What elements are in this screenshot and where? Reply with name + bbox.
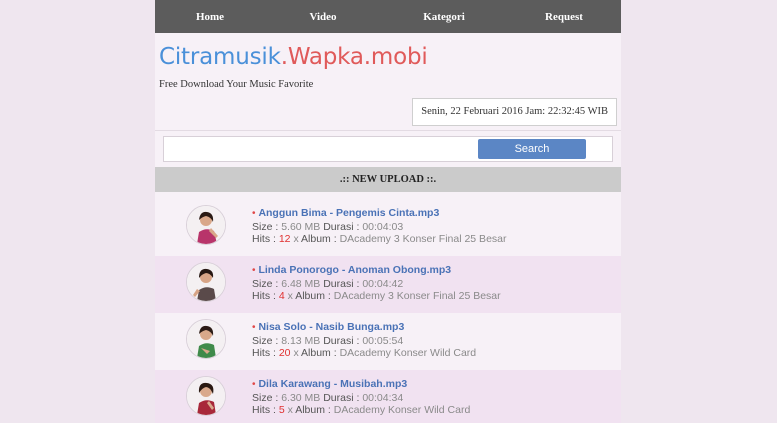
- song-size: 6.30 MB: [281, 391, 321, 404]
- hits-x: x: [293, 347, 299, 359]
- song-hits: 4: [278, 290, 285, 302]
- song-row: • Dila Karawang - Musibah.mp3 Size : 6.3…: [155, 370, 621, 423]
- size-label: Size :: [252, 277, 279, 290]
- artist-avatar[interactable]: [186, 376, 226, 416]
- hits-x: x: [287, 404, 293, 416]
- artist-avatar[interactable]: [186, 205, 226, 245]
- artist-photo-icon: [187, 320, 225, 358]
- bullet-icon: •: [252, 265, 256, 276]
- durasi-label: Durasi :: [323, 277, 360, 290]
- hits-label: Hits :: [252, 233, 276, 245]
- size-label: Size :: [252, 220, 279, 233]
- search-button[interactable]: Search: [478, 139, 586, 159]
- song-size: 8.13 MB: [281, 334, 321, 347]
- song-row: • Linda Ponorogo - Anoman Obong.mp3 Size…: [155, 256, 621, 313]
- search-input[interactable]: [164, 137, 476, 159]
- nav-kategori[interactable]: Kategori: [381, 11, 507, 23]
- song-size: 5.60 MB: [281, 220, 321, 233]
- song-duration: 00:05:54: [362, 334, 404, 347]
- hits-label: Hits :: [252, 404, 276, 416]
- site-tagline: Free Download Your Music Favorite: [159, 79, 314, 90]
- song-info: • Linda Ponorogo - Anoman Obong.mp3 Size…: [252, 264, 501, 303]
- song-album: DAcademy Konser Wild Card: [339, 347, 477, 359]
- hits-x: x: [287, 290, 293, 302]
- artist-photo-icon: [187, 263, 225, 301]
- album-label: Album :: [295, 290, 331, 302]
- divider: [155, 130, 621, 131]
- bullet-icon: •: [252, 322, 256, 333]
- song-info: • Dila Karawang - Musibah.mp3 Size : 6.3…: [252, 378, 470, 417]
- page-container: Home Video Kategori Request Citramusik.W…: [155, 0, 621, 423]
- song-album: DAcademy 3 Konser Final 25 Besar: [333, 290, 501, 302]
- song-title-link[interactable]: Nisa Solo - Nasib Bunga.mp3: [258, 321, 404, 333]
- nav-request[interactable]: Request: [507, 11, 621, 23]
- bullet-icon: •: [252, 208, 256, 219]
- album-label: Album :: [301, 347, 337, 359]
- nav-video[interactable]: Video: [265, 11, 381, 23]
- site-title-main: Citramusik: [159, 44, 281, 70]
- datetime-display: Senin, 22 Februari 2016 Jam: 22:32:45 WI…: [412, 98, 617, 126]
- song-size: 6.48 MB: [281, 277, 321, 290]
- song-album: DAcademy Konser Wild Card: [333, 404, 471, 416]
- album-label: Album :: [301, 233, 337, 245]
- artist-avatar[interactable]: [186, 319, 226, 359]
- song-hits: 5: [278, 404, 285, 416]
- durasi-label: Durasi :: [323, 334, 360, 347]
- size-label: Size :: [252, 391, 279, 404]
- hits-x: x: [293, 233, 299, 245]
- song-row: • Anggun Bima - Pengemis Cinta.mp3 Size …: [155, 199, 621, 256]
- song-duration: 00:04:03: [362, 220, 404, 233]
- nav-home[interactable]: Home: [155, 11, 265, 23]
- durasi-label: Durasi :: [323, 220, 360, 233]
- song-duration: 00:04:34: [362, 391, 404, 404]
- song-list: • Anggun Bima - Pengemis Cinta.mp3 Size …: [155, 199, 621, 423]
- size-label: Size :: [252, 334, 279, 347]
- bullet-icon: •: [252, 379, 256, 390]
- song-row: • Nisa Solo - Nasib Bunga.mp3 Size : 8.1…: [155, 313, 621, 370]
- song-duration: 00:04:42: [362, 277, 404, 290]
- song-title-link[interactable]: Anggun Bima - Pengemis Cinta.mp3: [258, 207, 439, 219]
- song-album: DAcademy 3 Konser Final 25 Besar: [339, 233, 507, 245]
- artist-avatar[interactable]: [186, 262, 226, 302]
- artist-photo-icon: [187, 377, 225, 415]
- new-upload-header: .:: NEW UPLOAD ::.: [155, 167, 621, 192]
- site-title[interactable]: Citramusik.Wapka.mobi: [159, 42, 428, 72]
- hits-label: Hits :: [252, 290, 276, 302]
- song-info: • Anggun Bima - Pengemis Cinta.mp3 Size …: [252, 207, 507, 246]
- song-title-link[interactable]: Linda Ponorogo - Anoman Obong.mp3: [258, 264, 451, 276]
- song-hits: 12: [278, 233, 291, 245]
- durasi-label: Durasi :: [323, 391, 360, 404]
- search-form: Search: [163, 136, 613, 162]
- song-info: • Nisa Solo - Nasib Bunga.mp3 Size : 8.1…: [252, 321, 476, 360]
- top-nav: Home Video Kategori Request: [155, 0, 621, 33]
- song-hits: 20: [278, 347, 291, 359]
- artist-photo-icon: [187, 206, 225, 244]
- album-label: Album :: [295, 404, 331, 416]
- hits-label: Hits :: [252, 347, 276, 359]
- site-title-domain: .Wapka.mobi: [280, 44, 428, 70]
- song-title-link[interactable]: Dila Karawang - Musibah.mp3: [258, 378, 407, 390]
